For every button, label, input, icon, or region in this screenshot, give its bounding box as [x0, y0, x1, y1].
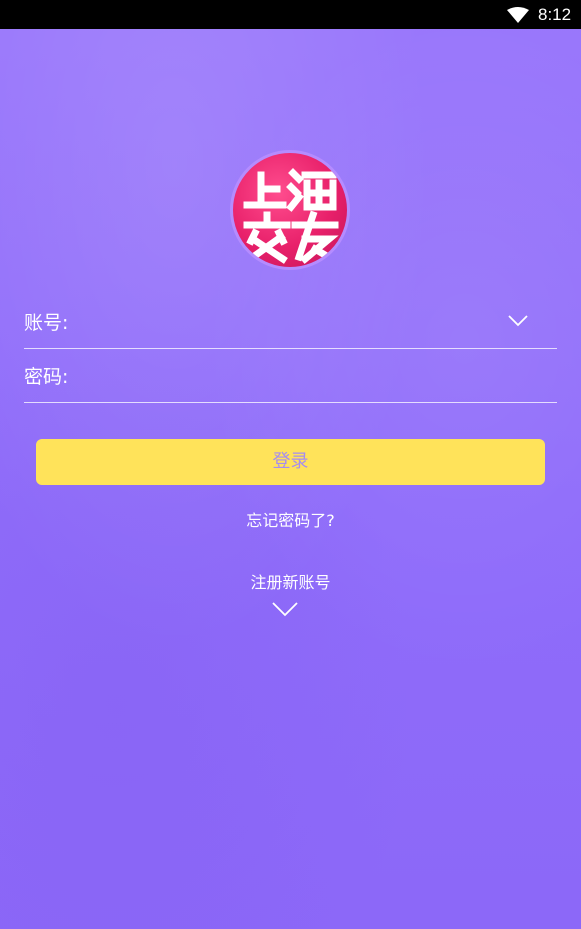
status-bar: 8:12: [0, 0, 581, 29]
chevron-down-icon[interactable]: [272, 601, 298, 617]
account-label: 账号:: [24, 312, 69, 334]
login-button[interactable]: 登录: [36, 439, 545, 485]
password-label: 密码:: [24, 366, 69, 388]
password-input[interactable]: [102, 362, 506, 394]
password-row: 密码:: [24, 356, 557, 403]
app-logo-icon: [230, 150, 350, 270]
register-link[interactable]: 注册新账号: [0, 572, 581, 594]
status-time: 8:12: [538, 5, 572, 24]
app-logo-lettering: [243, 168, 340, 266]
wifi-icon: [507, 7, 529, 23]
chevron-down-icon[interactable]: [508, 314, 528, 328]
forgot-password-link[interactable]: 忘记密码了?: [0, 510, 581, 532]
account-row: 账号:: [24, 302, 557, 349]
account-input[interactable]: [102, 308, 506, 340]
